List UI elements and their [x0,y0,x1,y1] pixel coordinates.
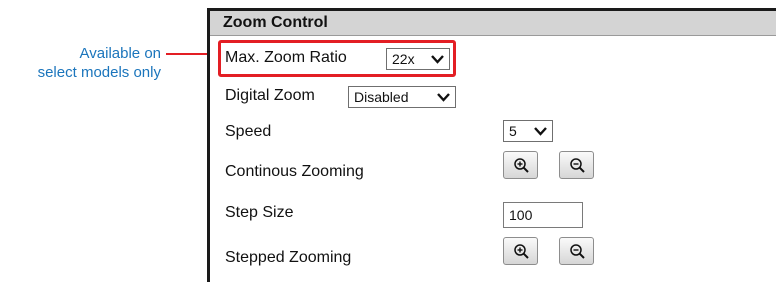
digital-zoom-select[interactable]: Disabled [348,86,456,108]
note-line-2: select models only [37,64,161,81]
max-zoom-ratio-label: Max. Zoom Ratio [225,49,347,66]
continuous-zoom-in-button[interactable] [503,151,538,179]
model-availability-note: Available on select models only [0,44,161,82]
step-size-value: 100 [509,207,533,223]
continuous-zoom-out-button[interactable] [559,151,594,179]
stepped-zoom-out-button[interactable] [559,237,594,265]
max-zoom-ratio-select[interactable]: 22x [386,48,450,70]
panel-title: Zoom Control [210,11,776,36]
zoom-out-icon [570,158,585,173]
chevron-down-icon [534,127,547,136]
chevron-down-icon [437,93,450,102]
digital-zoom-label: Digital Zoom [225,87,315,104]
zoom-out-icon [570,244,585,259]
zoom-in-icon [514,244,529,259]
zoom-control-panel: Zoom Control Max. Zoom Ratio 22x Digital… [207,8,776,282]
speed-label: Speed [225,123,272,140]
step-size-label: Step Size [225,204,294,221]
stepped-zoom-in-button[interactable] [503,237,538,265]
step-size-input[interactable]: 100 [503,202,583,228]
continuous-zooming-label: Continous Zooming [225,163,364,180]
speed-select[interactable]: 5 [503,120,553,142]
digital-zoom-value: Disabled [354,89,409,105]
note-line-1: Available on [79,45,161,62]
zoom-in-icon [514,158,529,173]
max-zoom-ratio-value: 22x [392,51,415,67]
speed-value: 5 [509,123,517,139]
stepped-zooming-label: Stepped Zooming [225,249,352,266]
chevron-down-icon [431,55,444,64]
